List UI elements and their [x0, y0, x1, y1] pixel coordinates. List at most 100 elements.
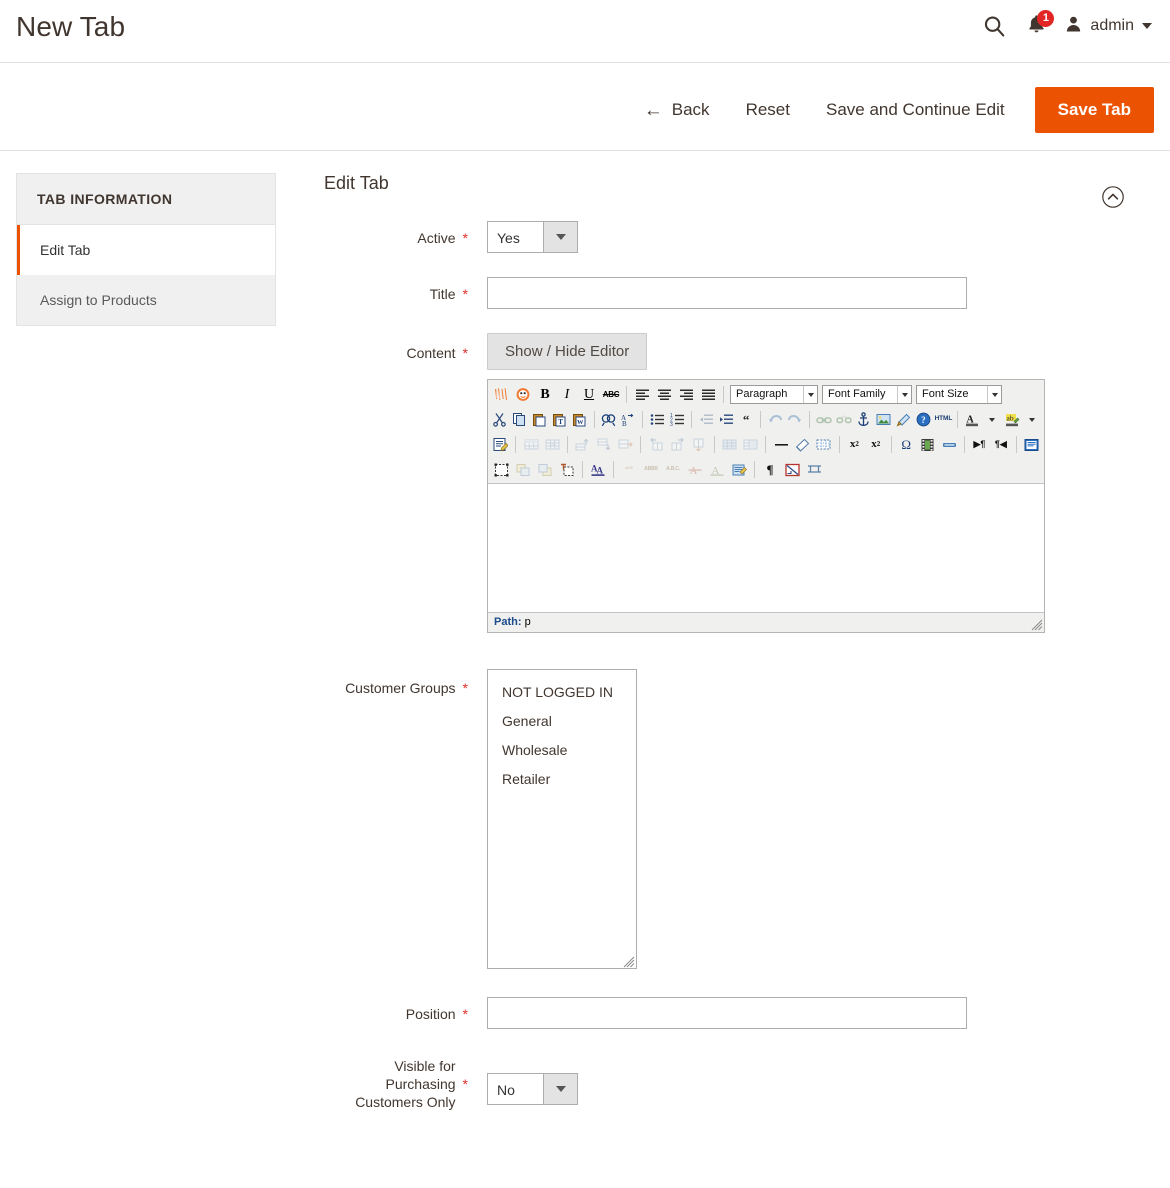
- background-color-icon[interactable]: ab: [1003, 409, 1022, 430]
- font-family-select[interactable]: Font Family: [822, 385, 912, 404]
- row-after-icon[interactable]: [594, 434, 614, 455]
- anchor-icon[interactable]: [854, 409, 873, 430]
- link-icon[interactable]: [814, 409, 833, 430]
- paste-text-icon[interactable]: T: [550, 409, 569, 430]
- delete-text-icon[interactable]: A: [685, 459, 706, 480]
- page-break-icon[interactable]: [939, 434, 959, 455]
- citation-icon[interactable]: “”: [619, 459, 640, 480]
- underline-icon[interactable]: U: [579, 384, 600, 405]
- align-center-icon[interactable]: [654, 384, 675, 405]
- attributes-icon[interactable]: [729, 459, 750, 480]
- editor-resize-grip[interactable]: [1031, 619, 1043, 631]
- toolbar-separator: [626, 386, 627, 403]
- visual-aid-icon[interactable]: [814, 434, 834, 455]
- page-break-line-icon[interactable]: [804, 459, 825, 480]
- multiselect-resize-grip[interactable]: [623, 955, 635, 968]
- text-color-icon[interactable]: A: [963, 409, 982, 430]
- multiselect-option-retailer[interactable]: Retailer: [488, 765, 636, 794]
- paragraph-style-select[interactable]: Paragraph: [730, 385, 818, 404]
- multiselect-option-not-logged-in[interactable]: NOT LOGGED IN: [488, 678, 636, 707]
- rtl-icon[interactable]: ¶◀: [991, 434, 1011, 455]
- copy-icon[interactable]: [510, 409, 529, 430]
- indent-icon[interactable]: [717, 409, 736, 430]
- reset-button[interactable]: Reset: [728, 90, 808, 130]
- subscript-icon[interactable]: x2: [844, 434, 864, 455]
- ltr-icon[interactable]: ▶¶: [969, 434, 989, 455]
- editor-content-area[interactable]: [488, 484, 1044, 613]
- multiselect-option-wholesale[interactable]: Wholesale: [488, 736, 636, 765]
- col-before-icon[interactable]: [646, 434, 666, 455]
- show-invisible-icon[interactable]: ¶: [760, 459, 781, 480]
- help-icon[interactable]: ?: [914, 409, 933, 430]
- table-cell-props-icon[interactable]: [542, 434, 562, 455]
- paste-word-icon[interactable]: W: [570, 409, 589, 430]
- sidebar-item-assign-to-products[interactable]: Assign to Products: [17, 275, 275, 325]
- back-button[interactable]: ← Back: [626, 90, 728, 130]
- align-left-icon[interactable]: [632, 384, 653, 405]
- italic-icon[interactable]: I: [557, 384, 578, 405]
- absolute-position-icon[interactable]: [557, 459, 578, 480]
- background-color-arrow[interactable]: [1023, 409, 1042, 430]
- title-input[interactable]: [487, 277, 967, 309]
- unlink-icon[interactable]: [834, 409, 853, 430]
- redo-icon[interactable]: [785, 409, 804, 430]
- acronym-icon[interactable]: A.B.C.: [663, 459, 684, 480]
- replace-icon[interactable]: AB: [619, 409, 638, 430]
- font-size-select[interactable]: Font Size: [916, 385, 1002, 404]
- move-backward-icon[interactable]: [535, 459, 556, 480]
- image-icon[interactable]: [874, 409, 893, 430]
- position-input[interactable]: [487, 997, 967, 1029]
- col-after-icon[interactable]: [667, 434, 687, 455]
- cleanup-icon[interactable]: [894, 409, 913, 430]
- row-before-icon[interactable]: [573, 434, 593, 455]
- customer-groups-multiselect[interactable]: NOT LOGGED IN General Wholesale Retailer: [487, 669, 637, 969]
- outdent-icon[interactable]: [697, 409, 716, 430]
- magento-variable-icon[interactable]: [513, 384, 534, 405]
- multiselect-option-general[interactable]: General: [488, 707, 636, 736]
- show-hide-editor-button[interactable]: Show / Hide Editor: [487, 333, 648, 370]
- text-color-arrow[interactable]: [983, 409, 1002, 430]
- blockquote-icon[interactable]: “: [737, 409, 756, 430]
- align-justify-icon[interactable]: [698, 384, 719, 405]
- merge-cells-icon[interactable]: [741, 434, 761, 455]
- html-source-icon[interactable]: HTML: [934, 409, 953, 430]
- strikethrough-icon[interactable]: ABC: [601, 384, 622, 405]
- delete-col-icon[interactable]: [689, 434, 709, 455]
- special-char-icon[interactable]: Ω: [896, 434, 916, 455]
- magento-widget-icon[interactable]: [491, 384, 512, 405]
- style-props-icon[interactable]: AA: [588, 459, 609, 480]
- edit-css-icon[interactable]: [491, 434, 511, 455]
- find-icon[interactable]: [599, 409, 618, 430]
- remove-format-icon[interactable]: [792, 434, 812, 455]
- user-menu[interactable]: admin: [1064, 14, 1154, 39]
- active-select[interactable]: Yes: [487, 221, 578, 253]
- toggle-blocks-icon[interactable]: [782, 459, 803, 480]
- visible-purchasing-select[interactable]: No: [487, 1073, 578, 1105]
- sidebar-item-edit-tab[interactable]: Edit Tab: [17, 225, 275, 275]
- horizontal-rule-icon[interactable]: [771, 434, 791, 455]
- field-row-position: Position *: [324, 997, 1154, 1029]
- split-cells-icon[interactable]: [719, 434, 739, 455]
- cut-icon[interactable]: [491, 409, 510, 430]
- media-icon[interactable]: [917, 434, 937, 455]
- table-row-props-icon[interactable]: [521, 434, 541, 455]
- save-and-continue-edit-button[interactable]: Save and Continue Edit: [808, 90, 1023, 130]
- insert-text-icon[interactable]: A: [707, 459, 728, 480]
- fullscreen-icon[interactable]: [1021, 434, 1041, 455]
- search-button[interactable]: [972, 8, 1016, 44]
- bold-icon[interactable]: B: [535, 384, 556, 405]
- insert-layer-icon[interactable]: [491, 459, 512, 480]
- save-tab-button[interactable]: Save Tab: [1034, 87, 1154, 133]
- bullet-list-icon[interactable]: [648, 409, 667, 430]
- active-label-cell: Active *: [324, 221, 468, 247]
- paste-icon[interactable]: [530, 409, 549, 430]
- move-forward-icon[interactable]: [513, 459, 534, 480]
- notifications-button[interactable]: 1: [1016, 8, 1056, 44]
- align-right-icon[interactable]: [676, 384, 697, 405]
- superscript-icon[interactable]: x2: [866, 434, 886, 455]
- delete-row-icon[interactable]: [616, 434, 636, 455]
- abbreviation-icon[interactable]: ABBR: [641, 459, 662, 480]
- chevron-up-circle-icon[interactable]: [1101, 185, 1125, 209]
- numbered-list-icon[interactable]: 123: [668, 409, 687, 430]
- undo-icon[interactable]: [766, 409, 785, 430]
